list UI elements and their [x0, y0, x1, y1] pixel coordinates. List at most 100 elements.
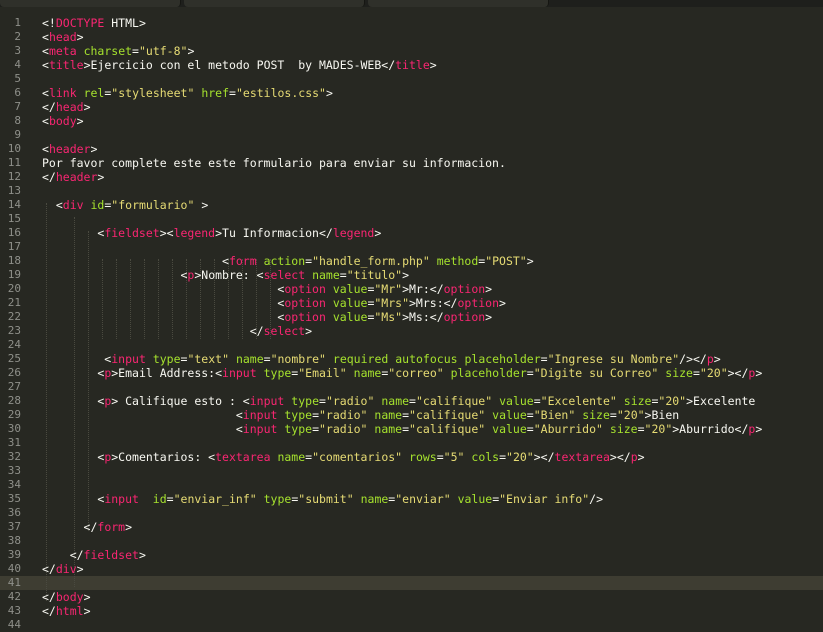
line-number: 40 [7, 562, 21, 575]
code-token: "califique" [415, 394, 493, 408]
line-number: 34 [7, 478, 21, 491]
code-line[interactable]: <p>Nombre: <select name="titulo"> [42, 268, 409, 282]
code-token: "nombre" [270, 352, 326, 366]
code-token: select [263, 324, 306, 338]
code-line[interactable]: <body> [42, 114, 84, 128]
line-number: 35 [7, 492, 21, 505]
code-token: >Excelente [686, 394, 756, 408]
code-token: > [402, 268, 410, 282]
code-token: "Aburrido" [533, 422, 603, 436]
code-token: input [104, 492, 139, 506]
code-token: head [55, 100, 84, 114]
code-token: "text" [187, 352, 229, 366]
code-token: > [97, 170, 105, 184]
code-token: < [42, 296, 285, 310]
code-token: "enviar_inf" [173, 492, 257, 506]
code-line[interactable]: <input type="radio" name="califique" val… [42, 408, 679, 422]
line-number-gutter: 1 2 3 4 5 6 7 8 9 10 11 12 13 14 15 16 17 18 19 20 21 22 23 24 2… [0, 7, 32, 631]
code-token: </ [42, 520, 98, 534]
code-line[interactable]: <option value="Ms">Ms:</option> [42, 310, 492, 324]
code-line[interactable]: <link rel="stylesheet" href="estilos.css… [42, 86, 333, 100]
code-token: < [42, 310, 285, 324]
code-line[interactable]: </body> [42, 590, 91, 604]
code-line[interactable]: <p>Comentarios: <textarea name="comentar… [42, 450, 644, 464]
code-token: "20" [506, 450, 534, 464]
code-token: "estilos.css" [235, 86, 326, 100]
code-token: > [187, 44, 195, 58]
code-token: = [319, 394, 326, 408]
code-line[interactable]: <header> [42, 142, 97, 156]
line-number: 21 [7, 296, 21, 309]
code-token: = [609, 408, 617, 422]
code-line[interactable]: </div> [42, 562, 84, 576]
code-token: = [402, 408, 410, 422]
code-token: option [284, 310, 326, 324]
line-number: 13 [7, 184, 21, 197]
code-line[interactable]: <meta charset="utf-8"> [42, 44, 194, 58]
code-line[interactable]: <p>Email Address:<input type="Email" nam… [42, 366, 762, 380]
code-line[interactable]: Por favor complete este este formulario … [42, 156, 506, 170]
code-token: html [55, 604, 84, 618]
code-line[interactable]: <input id="enviar_inf" type="submit" nam… [42, 492, 603, 506]
code-token: div [55, 562, 77, 576]
code-line[interactable]: </form> [42, 520, 133, 534]
code-line[interactable]: <head> [42, 30, 84, 44]
code-token: </ [42, 100, 56, 114]
code-token: <! [42, 16, 56, 30]
code-line[interactable]: <fieldset><legend>Tu Informacion</legend… [42, 226, 381, 240]
current-line-highlight [32, 576, 823, 590]
code-line[interactable]: <input type="radio" name="califique" val… [42, 422, 762, 436]
code-token: = [540, 352, 548, 366]
code-token: p [706, 352, 714, 366]
code-line[interactable]: <option value="Mr">Mr:</option> [42, 282, 492, 296]
code-token: charset [83, 44, 133, 58]
code-token: "20" [644, 422, 673, 436]
code-line[interactable]: <title>Ejercicio con el metodo POST by M… [42, 58, 437, 72]
code-line[interactable]: </html> [42, 604, 91, 618]
code-token: textarea [554, 450, 610, 464]
code-token: body [48, 114, 77, 128]
code-token: value [332, 282, 368, 296]
code-line[interactable]: </head> [42, 100, 91, 114]
code-token: = [499, 450, 507, 464]
code-line[interactable]: <div id="formulario" > [42, 198, 208, 212]
code-line[interactable]: <input type="text" name="nombre" require… [42, 352, 720, 366]
code-token: id [152, 492, 167, 506]
code-line[interactable]: <option value="Mrs">Mrs:</option> [42, 296, 506, 310]
code-token: type [284, 408, 313, 422]
code-token: "Bien" [533, 408, 576, 422]
line-number: 1 [14, 16, 21, 29]
code-line[interactable]: <p> Califique esto : <input type="radio"… [42, 394, 755, 408]
editor-tab[interactable] [184, 0, 365, 7]
code-token: value [332, 310, 368, 324]
code-token: "radio" [319, 422, 368, 436]
code-line[interactable]: <!DOCTYPE HTML> [42, 16, 146, 30]
line-number: 28 [7, 394, 21, 407]
code-token: < [42, 282, 285, 296]
editor-tab[interactable] [368, 0, 549, 7]
code-line[interactable]: </fieldset> [42, 548, 146, 562]
line-number: 12 [7, 170, 21, 183]
code-line[interactable]: </select> [42, 324, 312, 338]
code-token: > [485, 310, 493, 324]
code-line[interactable]: </header> [42, 170, 104, 184]
code-editor[interactable]: 1 2 3 4 5 6 7 8 9 10 11 12 13 14 15 16 17 18 19 20 21 22 23 24 2… [0, 0, 823, 631]
line-number: 26 [7, 366, 21, 379]
code-token: > [83, 604, 91, 618]
code-line[interactable]: <form action="handle_form.php" method="P… [42, 254, 534, 268]
code-token: ></ [533, 450, 555, 464]
code-token: = [526, 422, 534, 436]
line-number: 37 [7, 520, 21, 533]
code-token: = [132, 44, 139, 58]
code-area[interactable]: <!DOCTYPE HTML> <head> <meta charset="utf-… [32, 7, 823, 625]
editor-tab[interactable] [0, 0, 181, 7]
line-number: 9 [14, 128, 21, 141]
